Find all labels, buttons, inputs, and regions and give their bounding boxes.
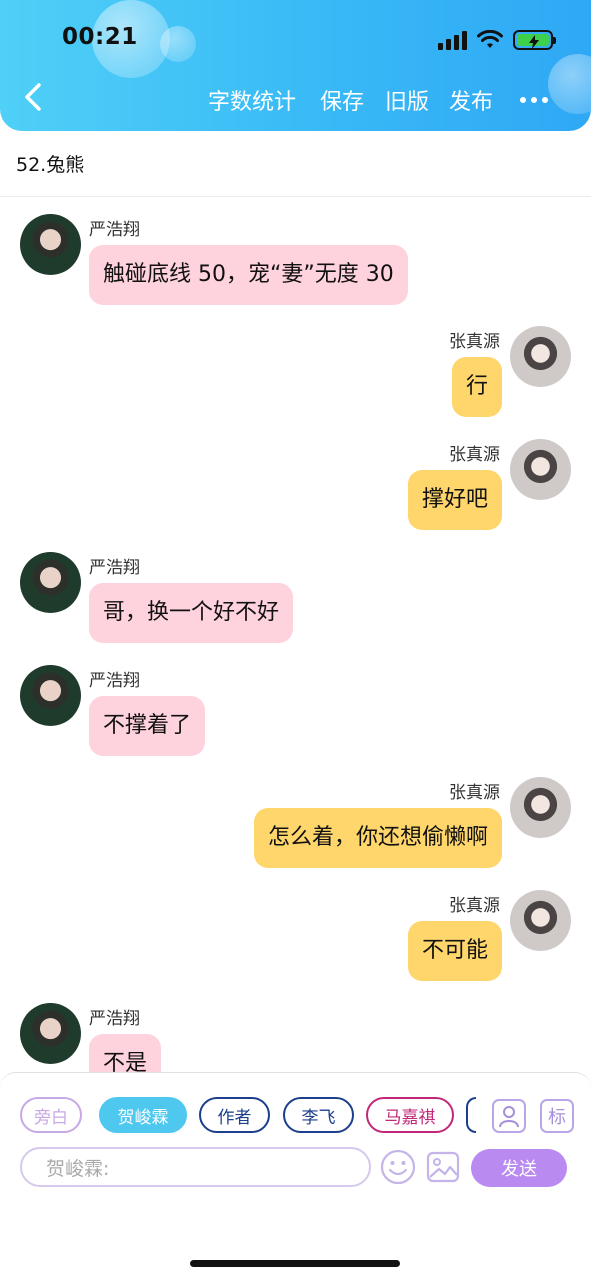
- input-panel: 旁白 贺峻霖 作者 李飞 马嘉祺 标 贺峻霖: 发送: [0, 1072, 591, 1188]
- status-time: 00:21: [62, 24, 138, 50]
- sender-name: 严浩翔: [89, 671, 140, 691]
- decor-bubble: [160, 26, 196, 62]
- avatar[interactable]: [20, 214, 81, 275]
- publish-button[interactable]: 发布: [449, 84, 493, 116]
- chapter-title[interactable]: 52.兔熊: [16, 150, 84, 177]
- message-bubble[interactable]: 撑好吧: [407, 470, 502, 530]
- character-manage-icon[interactable]: [492, 1099, 526, 1133]
- sender-name: 张真源: [449, 445, 500, 465]
- role-chip-ma-jiaqi[interactable]: 马嘉祺: [366, 1097, 454, 1133]
- more-icon[interactable]: [520, 97, 548, 103]
- avatar[interactable]: [510, 777, 571, 838]
- sender-name: 张真源: [449, 783, 500, 803]
- battery-icon: [513, 30, 556, 50]
- sender-name: 严浩翔: [89, 220, 140, 240]
- avatar[interactable]: [510, 439, 571, 500]
- message-bubble[interactable]: 哥，换一个好不好: [89, 583, 294, 643]
- role-chip-overflow[interactable]: [466, 1097, 476, 1133]
- sender-name: 严浩翔: [89, 558, 140, 578]
- avatar[interactable]: [20, 665, 81, 726]
- message-bubble[interactable]: 不可能: [407, 921, 502, 981]
- top-menu: 字数统计 保存 旧版 发布: [0, 84, 591, 116]
- status-icons: [438, 28, 556, 52]
- home-indicator[interactable]: [190, 1260, 400, 1267]
- signal-icon: [438, 30, 467, 50]
- role-chip-he-junlin[interactable]: 贺峻霖: [99, 1097, 187, 1133]
- wifi-icon: [477, 30, 503, 48]
- message-bubble[interactable]: 怎么着，你还想偷懒啊: [253, 808, 502, 868]
- word-count-button[interactable]: 字数统计: [208, 84, 296, 116]
- message-bubble[interactable]: 不撑着了: [89, 696, 206, 756]
- save-button[interactable]: 保存: [320, 84, 364, 116]
- role-chip-narration[interactable]: 旁白: [20, 1097, 82, 1133]
- chat-area[interactable]: 严浩翔 触碰底线 50，宠“妻”无度 30 张真源 行 张真源 撑好吧 严浩翔 …: [0, 197, 591, 1072]
- avatar[interactable]: [510, 890, 571, 951]
- message-bubble[interactable]: 行: [451, 357, 502, 417]
- avatar[interactable]: [510, 326, 571, 387]
- avatar[interactable]: [20, 552, 81, 613]
- emoji-icon[interactable]: [380, 1149, 416, 1185]
- message-bubble[interactable]: 不是: [89, 1034, 162, 1072]
- avatar[interactable]: [20, 1003, 81, 1064]
- role-chip-author[interactable]: 作者: [199, 1097, 270, 1133]
- sender-name: 严浩翔: [89, 1009, 140, 1029]
- image-icon[interactable]: [426, 1151, 460, 1183]
- sender-name: 张真源: [449, 332, 500, 352]
- app-header: 00:21 字数统计 保存 旧版 发布: [0, 0, 591, 131]
- message-input[interactable]: 贺峻霖:: [20, 1147, 371, 1187]
- old-version-button[interactable]: 旧版: [385, 84, 429, 116]
- send-button[interactable]: 发送: [471, 1149, 567, 1187]
- sender-name: 张真源: [449, 896, 500, 916]
- message-bubble[interactable]: 触碰底线 50，宠“妻”无度 30: [89, 245, 408, 305]
- role-chip-li-fei[interactable]: 李飞: [283, 1097, 354, 1133]
- mark-button[interactable]: 标: [540, 1099, 574, 1133]
